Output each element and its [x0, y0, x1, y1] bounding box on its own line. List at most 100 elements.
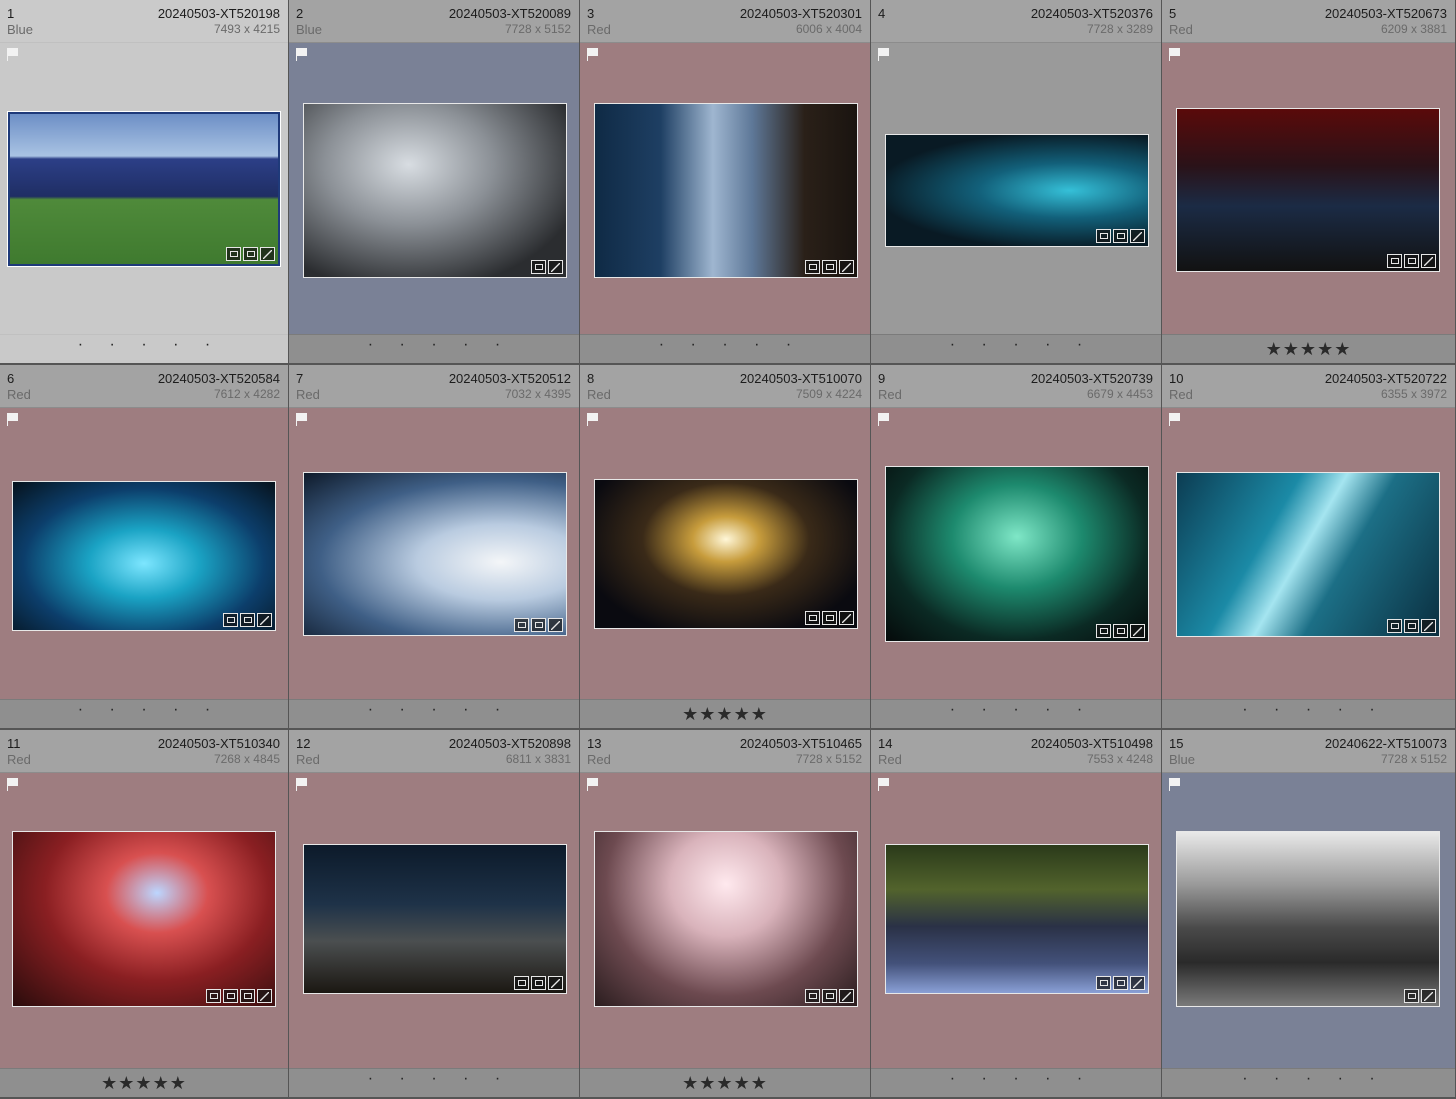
virtual-copy-badge-icon[interactable]	[805, 260, 820, 274]
flag-icon[interactable]	[1169, 48, 1180, 61]
photo-thumbnail[interactable]	[1176, 472, 1440, 637]
thumbnail-cell[interactable]: 2 20240503-XT520089 Blue 7728 x 5152 · · · ·…	[289, 0, 580, 365]
edit-badge-icon[interactable]	[1421, 254, 1436, 268]
photo-thumbnail[interactable]	[7, 111, 281, 267]
flag-icon[interactable]	[296, 48, 307, 61]
edit-badge-icon[interactable]	[260, 247, 275, 261]
virtual-copy-badge-icon[interactable]	[223, 613, 238, 627]
virtual-copy-badge-icon[interactable]	[1096, 976, 1111, 990]
edit-badge-icon[interactable]	[1130, 976, 1145, 990]
virtual-copy-badge-icon[interactable]	[805, 611, 820, 625]
crop-badge-icon[interactable]	[1404, 989, 1419, 1003]
crop-badge-icon[interactable]	[822, 611, 837, 625]
photo-thumbnail[interactable]	[1176, 831, 1440, 1007]
virtual-copy-badge-icon[interactable]	[1387, 254, 1402, 268]
flag-icon[interactable]	[296, 778, 307, 791]
edit-badge-icon[interactable]	[257, 613, 272, 627]
thumbnail-cell[interactable]: 14 20240503-XT510498 Red 7553 x 4248 · · · ·…	[871, 730, 1162, 1099]
photo-thumbnail[interactable]	[594, 103, 858, 278]
edit-badge-icon[interactable]	[839, 989, 854, 1003]
star-rating[interactable]: · · · · ·	[78, 336, 221, 354]
thumbnail-cell[interactable]: 12 20240503-XT520898 Red 6811 x 3831 · · · ·…	[289, 730, 580, 1099]
flag-icon[interactable]	[878, 778, 889, 791]
photo-thumbnail[interactable]	[885, 844, 1149, 994]
flag-icon[interactable]	[878, 413, 889, 426]
crop-badge-icon[interactable]	[240, 989, 255, 1003]
crop-badge-icon[interactable]	[822, 260, 837, 274]
star-rating[interactable]: · · · · ·	[950, 701, 1093, 719]
photo-thumbnail[interactable]	[594, 479, 858, 629]
thumbnail-cell[interactable]: 10 20240503-XT520722 Red 6355 x 3972 · · · ·…	[1162, 365, 1456, 730]
flag-icon[interactable]	[1169, 778, 1180, 791]
metadata-badge-icon[interactable]	[805, 989, 820, 1003]
flag-icon[interactable]	[1169, 413, 1180, 426]
photo-thumbnail[interactable]	[303, 472, 567, 636]
star-rating[interactable]: · · · · ·	[950, 1070, 1093, 1088]
flag-icon[interactable]	[587, 48, 598, 61]
crop-badge-icon[interactable]	[243, 247, 258, 261]
crop-badge-icon[interactable]	[531, 618, 546, 632]
edit-badge-icon[interactable]	[548, 976, 563, 990]
virtual-copy-badge-icon[interactable]	[514, 976, 529, 990]
flag-icon[interactable]	[587, 413, 598, 426]
thumbnail-cell[interactable]: 15 20240622-XT510073 Blue 7728 x 5152 · · · …	[1162, 730, 1456, 1099]
edit-badge-icon[interactable]	[548, 260, 563, 274]
edit-badge-icon[interactable]	[1130, 229, 1145, 243]
thumbnail-cell[interactable]: 9 20240503-XT520739 Red 6679 x 4453 · · · · …	[871, 365, 1162, 730]
thumbnail-cell[interactable]: 13 20240503-XT510465 Red 7728 x 5152 ★★★★★	[580, 730, 871, 1099]
edit-badge-icon[interactable]	[839, 260, 854, 274]
edit-badge-icon[interactable]	[257, 989, 272, 1003]
star-rating[interactable]: · · · · ·	[1242, 701, 1385, 719]
star-rating[interactable]: · · · · ·	[368, 336, 511, 354]
virtual-copy-badge-icon[interactable]	[1096, 229, 1111, 243]
photo-thumbnail[interactable]	[303, 103, 567, 278]
photo-thumbnail[interactable]	[885, 466, 1149, 642]
thumbnail-cell[interactable]: 6 20240503-XT520584 Red 7612 x 4282 · · · · …	[0, 365, 289, 730]
edit-badge-icon[interactable]	[1421, 619, 1436, 633]
star-rating[interactable]: · · · · ·	[950, 336, 1093, 354]
star-rating[interactable]: ★★★★★	[682, 1073, 768, 1094]
thumbnail-cell[interactable]: 4 20240503-XT520376 7728 x 3289 · · · · ·	[871, 0, 1162, 365]
crop-badge-icon[interactable]	[1404, 254, 1419, 268]
crop-badge-icon[interactable]	[1113, 976, 1128, 990]
flag-icon[interactable]	[7, 48, 18, 61]
star-rating[interactable]: · · · · ·	[368, 1070, 511, 1088]
star-rating[interactable]: · · · · ·	[368, 701, 511, 719]
photo-thumbnail[interactable]	[594, 831, 858, 1007]
metadata-badge-icon[interactable]	[206, 989, 221, 1003]
thumbnail-cell[interactable]: 3 20240503-XT520301 Red 6006 x 4004 · · · · …	[580, 0, 871, 365]
photo-thumbnail[interactable]	[12, 831, 276, 1007]
thumbnail-cell[interactable]: 5 20240503-XT520673 Red 6209 x 3881 ★★★★★	[1162, 0, 1456, 365]
star-rating[interactable]: · · · · ·	[1242, 1070, 1385, 1088]
edit-badge-icon[interactable]	[839, 611, 854, 625]
thumbnail-cell[interactable]: 8 20240503-XT510070 Red 7509 x 4224 ★★★★★	[580, 365, 871, 730]
crop-badge-icon[interactable]	[1113, 229, 1128, 243]
crop-badge-icon[interactable]	[531, 260, 546, 274]
star-rating[interactable]: ★★★★★	[682, 704, 768, 725]
star-rating[interactable]: · · · · ·	[659, 336, 802, 354]
crop-badge-icon[interactable]	[1113, 624, 1128, 638]
crop-badge-icon[interactable]	[822, 989, 837, 1003]
star-rating[interactable]: ★★★★★	[1266, 339, 1352, 360]
flag-icon[interactable]	[296, 413, 307, 426]
star-rating[interactable]: ★★★★★	[101, 1073, 187, 1094]
virtual-copy-badge-icon[interactable]	[514, 618, 529, 632]
edit-badge-icon[interactable]	[548, 618, 563, 632]
star-rating[interactable]: · · · · ·	[78, 701, 221, 719]
thumbnail-cell[interactable]: 11 20240503-XT510340 Red 7268 x 4845 ★★★★★	[0, 730, 289, 1099]
flag-icon[interactable]	[878, 48, 889, 61]
thumbnail-cell[interactable]: 7 20240503-XT520512 Red 7032 x 4395 · · · · …	[289, 365, 580, 730]
photo-thumbnail[interactable]	[1176, 108, 1440, 272]
crop-badge-icon[interactable]	[240, 613, 255, 627]
photo-thumbnail[interactable]	[12, 481, 276, 631]
flag-icon[interactable]	[7, 778, 18, 791]
edit-badge-icon[interactable]	[1130, 624, 1145, 638]
crop-badge-icon[interactable]	[1404, 619, 1419, 633]
photo-thumbnail[interactable]	[303, 844, 567, 994]
flag-icon[interactable]	[587, 778, 598, 791]
virtual-copy-badge-icon[interactable]	[1387, 619, 1402, 633]
edit-badge-icon[interactable]	[1421, 989, 1436, 1003]
photo-thumbnail[interactable]	[885, 134, 1149, 247]
crop-badge-icon[interactable]	[531, 976, 546, 990]
virtual-copy-badge-icon[interactable]	[226, 247, 241, 261]
